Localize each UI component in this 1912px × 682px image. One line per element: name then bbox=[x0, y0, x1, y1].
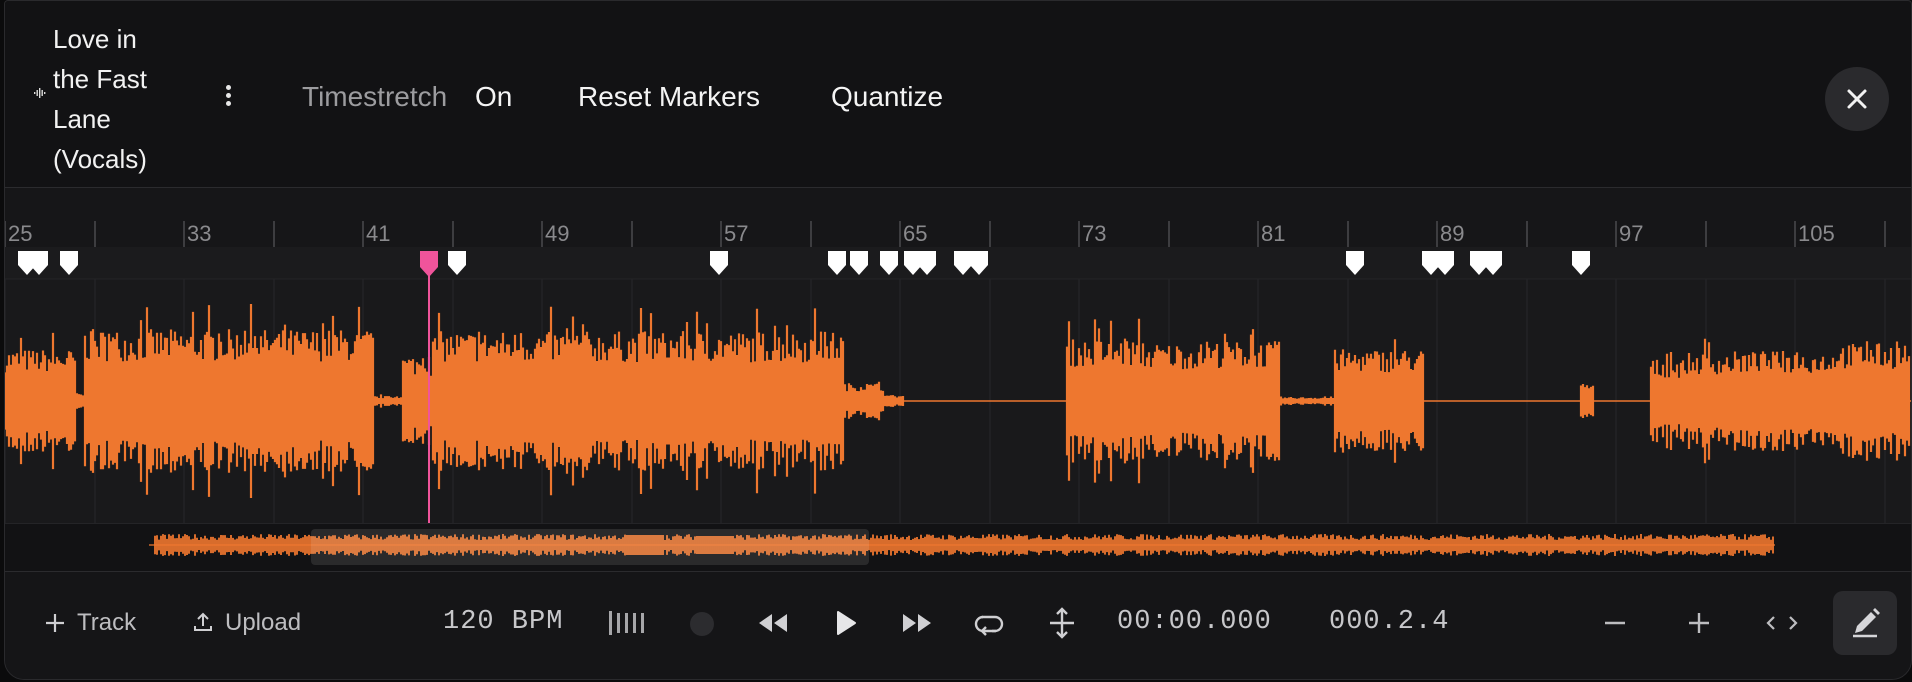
upload-button[interactable]: Upload bbox=[225, 609, 301, 637]
ruler-bar-label: 57 bbox=[724, 221, 748, 246]
overview-waveform bbox=[149, 534, 1775, 556]
warp-marker[interactable] bbox=[1436, 251, 1454, 275]
bpm-display[interactable]: 120 BPM bbox=[443, 607, 563, 637]
add-track-button[interactable]: Track bbox=[77, 609, 136, 637]
playhead-marker[interactable] bbox=[420, 251, 438, 277]
loop-icon[interactable] bbox=[973, 609, 1005, 637]
time-display: 00:00.000 bbox=[1117, 607, 1272, 637]
warp-marker[interactable] bbox=[1484, 251, 1502, 275]
warp-marker[interactable] bbox=[954, 251, 972, 275]
ruler-bar-label: 41 bbox=[366, 221, 390, 246]
fast-forward-icon[interactable] bbox=[901, 612, 933, 634]
warp-marker[interactable] bbox=[1346, 251, 1364, 275]
rewind-icon[interactable] bbox=[757, 612, 789, 634]
overview-viewport-window[interactable] bbox=[311, 529, 869, 565]
position-display: 000.2.4 bbox=[1329, 607, 1450, 637]
zoom-out-icon[interactable] bbox=[1603, 611, 1627, 635]
upload-icon[interactable] bbox=[191, 610, 215, 634]
warp-marker[interactable] bbox=[448, 251, 466, 275]
ruler-bar-label: 97 bbox=[1619, 221, 1643, 246]
waveform-editor[interactable]: 25 33 41 49 57 65 73 81 89 97 105 bbox=[5, 1, 1911, 523]
ruler-bar-label: 49 bbox=[545, 221, 569, 246]
warp-marker[interactable] bbox=[60, 251, 78, 275]
split-icon[interactable] bbox=[1047, 607, 1077, 639]
ruler-bar-label: 105 bbox=[1798, 221, 1835, 246]
edit-pen-icon bbox=[1853, 608, 1880, 638]
edit-mode-button[interactable] bbox=[1833, 591, 1897, 655]
plus-icon[interactable] bbox=[43, 611, 67, 635]
ruler-bar-label: 65 bbox=[903, 221, 927, 246]
zoom-in-icon[interactable] bbox=[1687, 611, 1711, 635]
play-icon[interactable] bbox=[833, 609, 859, 637]
record-icon[interactable] bbox=[689, 611, 715, 637]
warp-marker[interactable] bbox=[850, 251, 868, 275]
ruler-bar-label: 33 bbox=[187, 221, 211, 246]
track-editor-panel: Love in the Fast Lane (Vocals) Timestret… bbox=[4, 0, 1912, 680]
ruler-bar-label: 81 bbox=[1261, 221, 1285, 246]
warp-marker[interactable] bbox=[828, 251, 846, 275]
metronome-icon[interactable] bbox=[607, 609, 647, 637]
warp-marker[interactable] bbox=[710, 251, 728, 275]
warp-marker[interactable] bbox=[30, 251, 48, 275]
warp-marker[interactable] bbox=[880, 251, 898, 275]
warp-marker[interactable] bbox=[970, 251, 988, 275]
ruler-bar-label: 25 bbox=[8, 221, 32, 246]
ruler-bar-label: 73 bbox=[1082, 221, 1106, 246]
warp-marker[interactable] bbox=[918, 251, 936, 275]
warp-marker[interactable] bbox=[1572, 251, 1590, 275]
ruler-bar-label: 89 bbox=[1440, 221, 1464, 246]
code-brackets-icon[interactable] bbox=[1765, 613, 1799, 633]
